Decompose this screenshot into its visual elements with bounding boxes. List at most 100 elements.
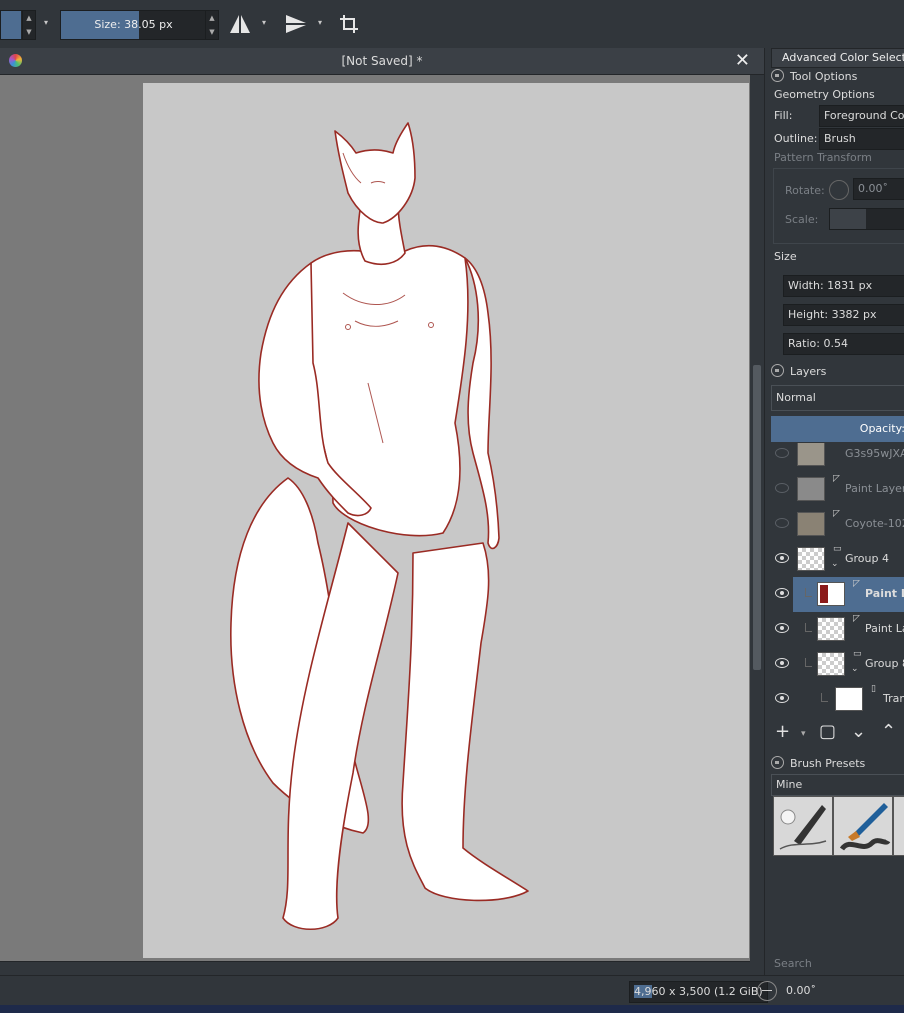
brush-preset-ink-pen[interactable] [773, 796, 833, 856]
layer-thumbnail [835, 687, 863, 711]
transparency-mask-icon: ▯ [871, 684, 876, 694]
ink-pen-icon [779, 805, 827, 850]
spin-down-icon[interactable]: ▼ [23, 25, 35, 39]
document-title[interactable]: [Not Saved] * [0, 48, 764, 74]
layer-thumbnail [797, 477, 825, 501]
visibility-eye-icon[interactable] [775, 623, 789, 633]
spin-up-icon[interactable]: ▲ [23, 11, 35, 25]
duplicate-layer-button[interactable]: ▢ [819, 722, 836, 742]
group-folder-icon: ▭ [853, 649, 862, 659]
brush-tag-select[interactable]: Mine [771, 774, 904, 796]
layer-thumbnail [797, 443, 825, 466]
top-toolbar: ▲ ▼ ▾ Size: 38.05 px ▲ ▼ ▾ ▾ [0, 0, 904, 49]
scale-slider[interactable] [829, 208, 904, 230]
paint-layer-icon: ◸ [853, 579, 860, 589]
visibility-eye-icon[interactable] [775, 553, 789, 563]
paint-brush-icon [839, 803, 891, 851]
visibility-eye-icon[interactable] [775, 588, 789, 598]
layer-row[interactable]: ◸ Paint Layer 3 [771, 472, 904, 507]
layer-name: Paint Layer 3 [845, 482, 904, 495]
layer-thumbnail [797, 547, 825, 571]
indent-marker [805, 658, 812, 667]
close-document-button[interactable]: ✕ [735, 51, 750, 71]
geometry-options-label: Geometry Options [774, 88, 875, 101]
fill-label: Fill: [774, 109, 793, 122]
brush-presets-header[interactable]: Brush Presets [771, 756, 865, 770]
tool-options-header[interactable]: Tool Options [771, 69, 857, 83]
canvas-rotation-value[interactable]: 0.00˚ [786, 981, 816, 1001]
layer-row[interactable]: ▭ ⌄ Group 4 [771, 542, 904, 577]
visibility-eye-icon[interactable] [775, 693, 789, 703]
visibility-eye-icon[interactable] [775, 483, 789, 493]
blend-mode-select[interactable]: Normal [771, 385, 904, 411]
layer-thumbnail [817, 582, 845, 606]
brush-size-spinbox[interactable]: Size: 38.05 px ▲ ▼ [60, 10, 219, 40]
layer-thumbnail [797, 512, 825, 536]
advanced-color-selector-tab[interactable]: Advanced Color Select... [771, 48, 904, 68]
taskbar-edge [0, 1005, 904, 1013]
image-dimensions-highlight: 4,9 [634, 985, 652, 998]
right-docker-panel: Advanced Color Select... Tool Options Ge… [764, 48, 904, 975]
mirror-horizontal-icon[interactable] [228, 13, 252, 35]
brush-preset-partial[interactable] [893, 796, 904, 856]
layer-row[interactable]: ▭ ⌄ Group 8 [771, 647, 904, 682]
layer-row[interactable]: ◸ Paint Layer [771, 612, 904, 647]
layer-row[interactable]: ▯ Transparency [771, 682, 904, 713]
collapse-chevron-icon[interactable]: ⌄ [831, 559, 839, 569]
layer-row[interactable]: ◸ Coyote-1020 [771, 507, 904, 542]
lock-icon[interactable] [771, 69, 784, 82]
lock-icon[interactable] [771, 756, 784, 769]
brush-search-field[interactable]: Search [774, 957, 812, 970]
preset-dropdown-arrow[interactable]: ▾ [44, 18, 48, 27]
paint-layer-icon: ◸ [833, 474, 840, 484]
layer-list[interactable]: G3s95wJXAA ◸ Paint Layer 3 ◸ Coyote-1020… [771, 443, 904, 713]
layers-header[interactable]: Layers [771, 364, 826, 378]
visibility-eye-icon[interactable] [775, 658, 789, 668]
spin-down-icon[interactable]: ▼ [206, 25, 218, 39]
fill-select[interactable]: Foreground Color [819, 105, 904, 127]
outline-select[interactable]: Brush [819, 128, 904, 150]
vertical-scrollbar-thumb[interactable] [753, 365, 761, 670]
rotation-dial-icon[interactable] [757, 981, 777, 1001]
mirror-v-dropdown-arrow[interactable]: ▾ [318, 18, 322, 27]
lock-icon[interactable] [771, 364, 784, 377]
layer-name: G3s95wJXAA [845, 447, 904, 460]
visibility-eye-icon[interactable] [775, 448, 789, 458]
layer-name: Transparency [883, 692, 904, 705]
layer-row-selected[interactable]: ◸ Paint Layer [771, 577, 904, 612]
rotate-label: Rotate: [785, 184, 825, 197]
layer-opacity-slider[interactable]: Opacity: [771, 416, 904, 442]
add-layer-button[interactable]: + [775, 722, 790, 742]
spin-up-icon[interactable]: ▲ [206, 11, 218, 25]
layer-name: Coyote-1020 [845, 517, 904, 530]
brush-preset-paint-brush[interactable] [833, 796, 893, 856]
layer-thumbnail [817, 617, 845, 641]
layer-row[interactable]: G3s95wJXAA [771, 443, 904, 472]
canvas-paper[interactable] [143, 83, 749, 958]
visibility-eye-icon[interactable] [775, 518, 789, 528]
rotate-dial-icon[interactable] [829, 180, 849, 200]
wrap-around-icon[interactable] [338, 13, 360, 35]
rotate-value-field[interactable]: 0.00˚ [853, 178, 904, 200]
vertical-scrollbar[interactable] [750, 75, 764, 961]
ratio-field[interactable]: Ratio: 0.54 [783, 333, 904, 355]
move-layer-up-button[interactable]: ⌃ [881, 722, 896, 742]
opacity-spinbox[interactable]: ▲ ▼ [0, 10, 36, 40]
collapse-chevron-icon[interactable]: ⌄ [851, 664, 859, 674]
layer-name: Group 4 [845, 552, 889, 565]
brush-size-label: Size: 38.05 px [94, 18, 173, 31]
image-dimensions-field[interactable]: 4,960 x 3,500 (1.2 GiB) [629, 981, 768, 1003]
mirror-h-dropdown-arrow[interactable]: ▾ [262, 18, 266, 27]
horizontal-scrollbar[interactable] [0, 961, 750, 976]
lineart-drawing [230, 122, 529, 930]
image-dimensions-value: 60 x 3,500 (1.2 GiB) [651, 985, 763, 998]
height-field[interactable]: Height: 3382 px [783, 304, 904, 326]
move-layer-down-button[interactable]: ⌄ [851, 722, 866, 742]
width-field[interactable]: Width: 1831 px [783, 275, 904, 297]
group-folder-icon: ▭ [833, 544, 842, 554]
paint-layer-icon: ◸ [833, 509, 840, 519]
size-header: Size [774, 250, 797, 263]
add-layer-dropdown-arrow[interactable]: ▾ [801, 724, 806, 744]
mirror-vertical-icon[interactable] [284, 13, 308, 35]
indent-marker [805, 588, 812, 597]
